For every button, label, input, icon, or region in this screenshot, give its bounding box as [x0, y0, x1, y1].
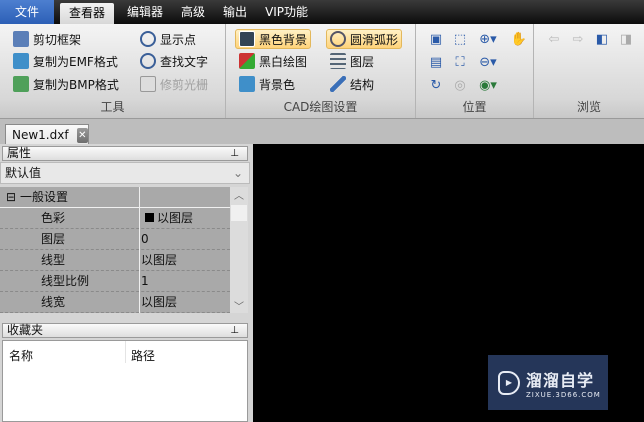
copy-bmp-button[interactable]: 复制为BMP格式: [10, 74, 122, 94]
crosshair-icon: [140, 31, 156, 47]
document-tab-bar: New1.dxf ✕: [0, 118, 644, 145]
pan-hand-icon[interactable]: ✋: [509, 29, 529, 49]
fit-icon[interactable]: ▤: [426, 52, 446, 72]
pin-icon[interactable]: ⊥: [230, 324, 239, 337]
property-grid: ⊟ 一般设置 色彩 以图层 图层 0 线型 以图层 线型比例 1 线宽 以图层: [0, 187, 230, 313]
pin-icon[interactable]: ⊥: [230, 147, 239, 160]
document-tab[interactable]: New1.dxf ✕: [5, 124, 89, 145]
forward-arrow-icon[interactable]: ⇨: [568, 29, 588, 49]
back-arrow-icon[interactable]: ⇦: [544, 29, 564, 49]
group-label: CAD绘图设置: [283, 100, 358, 114]
group-tools: 剪切框架 复制为EMF格式 复制为BMP格式 显示点 查找文字 修剪光栅 工具: [0, 24, 226, 118]
find-text-button[interactable]: 查找文字: [137, 51, 211, 71]
layers-icon: [330, 53, 346, 69]
crop-frame-button[interactable]: 剪切框架: [10, 29, 84, 49]
smooth-arc-button[interactable]: 圆滑弧形: [326, 29, 403, 49]
chevron-down-icon: ⌄: [232, 166, 243, 180]
scroll-thumb[interactable]: [231, 205, 247, 221]
zoom-previous-icon[interactable]: ◎: [450, 75, 470, 95]
document-tab-label: New1.dxf: [12, 128, 69, 142]
favorites-list: 名称 路径: [2, 340, 248, 422]
fit-page-icon[interactable]: ▣: [426, 29, 446, 49]
fullscreen-icon[interactable]: ⛶: [450, 52, 470, 72]
category-row[interactable]: ⊟ 一般设置: [0, 187, 230, 208]
menu-tab-vip[interactable]: VIP功能: [256, 0, 317, 24]
table-row[interactable]: 线型 以图层: [0, 250, 230, 271]
rotate-icon[interactable]: ↻: [426, 75, 446, 95]
table-row[interactable]: 图层 0: [0, 229, 230, 250]
scroll-down-icon[interactable]: ﹀: [230, 298, 248, 313]
menu-tab-output[interactable]: 输出: [214, 0, 256, 24]
color-swatch: [145, 213, 154, 222]
watermark-logo: ▶ 溜溜自学 ZIXUE.3D66.COM: [488, 355, 608, 410]
table-row[interactable]: 线型比例 1: [0, 271, 230, 292]
group-cad-settings: 黑色背景 黑白绘图 背景色 圆滑弧形 图层 结构 CAD绘图设置: [226, 24, 416, 118]
trim-raster-button[interactable]: 修剪光栅: [137, 74, 211, 94]
bw-drawing-button[interactable]: 黑白绘图: [236, 51, 310, 71]
background-color-icon: [239, 76, 255, 92]
properties-selector[interactable]: 默认值 ⌄: [0, 162, 250, 184]
group-label: 浏览: [576, 100, 601, 114]
menu-tab-file[interactable]: 文件: [0, 0, 54, 24]
menu-tab-editor[interactable]: 编辑器: [118, 0, 172, 24]
group-browse: ⇦ ⇨ ◧ ◨ 浏览: [534, 24, 644, 118]
group-position: ▣ ⬚ ⊕▾ ✋ ▤ ⛶ ⊖▾ ↻ ◎ ◉▾ 位置: [416, 24, 534, 118]
zoom-globe-icon[interactable]: ◉▾: [478, 75, 498, 95]
structure-icon: [330, 76, 346, 92]
black-background-button[interactable]: 黑色背景: [235, 29, 312, 49]
save-icon[interactable]: ◨: [616, 29, 636, 49]
zoom-out-icon[interactable]: ⊖▾: [478, 52, 498, 72]
copy-emf-button[interactable]: 复制为EMF格式: [10, 51, 121, 71]
bw-drawing-icon: [239, 53, 255, 69]
zoom-window-icon[interactable]: ⬚: [450, 29, 470, 49]
black-background-icon: [239, 31, 255, 47]
column-header-path[interactable]: 路径: [131, 347, 155, 364]
table-row[interactable]: 色彩 以图层: [0, 208, 230, 229]
background-color-button[interactable]: 背景色: [236, 74, 298, 94]
column-header-name[interactable]: 名称: [9, 347, 33, 364]
scrollbar[interactable]: ︿ ﹀: [230, 187, 248, 313]
group-label: 工具: [100, 100, 125, 114]
raster-icon: [140, 76, 156, 92]
layers-button[interactable]: 图层: [327, 51, 377, 71]
ribbon: 剪切框架 复制为EMF格式 复制为BMP格式 显示点 查找文字 修剪光栅 工具 …: [0, 24, 644, 118]
group-label: 位置: [462, 100, 487, 114]
left-panel: 属性 ⊥ 默认值 ⌄ ⊟ 一般设置 色彩 以图层 图层 0 线型 以图层 线型比例 1 线宽以…: [0, 144, 253, 422]
favorites-header: 收藏夹 ⊥: [2, 323, 248, 338]
find-text-icon: [140, 53, 156, 69]
collapse-icon[interactable]: ⊟: [6, 187, 16, 207]
zoom-in-icon[interactable]: ⊕▾: [478, 29, 498, 49]
circle-icon: [330, 31, 346, 47]
emf-icon: [13, 53, 29, 69]
open-icon[interactable]: ◧: [592, 29, 612, 49]
crop-icon: [13, 31, 29, 47]
show-points-button[interactable]: 显示点: [137, 29, 199, 49]
properties-header: 属性 ⊥: [2, 146, 248, 161]
play-icon: ▶: [498, 370, 520, 395]
table-row[interactable]: 线宽 以图层: [0, 292, 230, 313]
bmp-icon: [13, 76, 29, 92]
scroll-up-icon[interactable]: ︿: [230, 187, 248, 202]
menu-bar: 文件 查看器 编辑器 高级 输出 VIP功能: [0, 0, 644, 24]
menu-tab-viewer[interactable]: 查看器: [60, 3, 115, 24]
close-icon[interactable]: ✕: [76, 127, 88, 143]
menu-tab-advanced[interactable]: 高级: [172, 0, 214, 24]
structure-button[interactable]: 结构: [327, 74, 377, 94]
